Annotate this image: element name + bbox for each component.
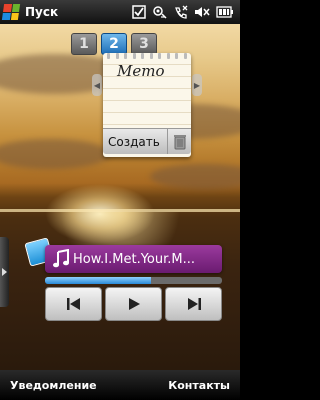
windows-logo-icon (1, 4, 21, 20)
status-icons[interactable] (132, 5, 240, 19)
battery-icon[interactable] (216, 6, 234, 18)
left-softkey[interactable]: Уведомление (10, 379, 97, 392)
next-icon (187, 298, 201, 310)
start-label: Пуск (25, 5, 59, 19)
previous-icon (66, 298, 80, 310)
side-panel-handle[interactable] (0, 237, 9, 307)
page-tab-3[interactable]: 3 (131, 33, 157, 55)
music-note-icon (49, 249, 73, 269)
volume-muted-icon[interactable] (194, 5, 210, 19)
start-button[interactable]: Пуск (0, 0, 58, 24)
trash-icon[interactable] (167, 129, 191, 154)
play-button[interactable] (105, 287, 162, 321)
music-title-bar[interactable]: How.I.Met.Your.M... (45, 245, 222, 273)
memo-prev-arrow[interactable]: ◀ (92, 74, 102, 96)
checklist-icon[interactable] (132, 5, 146, 19)
playback-controls (45, 287, 222, 321)
track-title: How.I.Met.Your.M... (73, 251, 196, 267)
create-memo-button[interactable]: Создать (103, 129, 167, 154)
track-progress-bar[interactable] (45, 277, 222, 284)
previous-button[interactable] (45, 287, 102, 321)
track-progress-fill (45, 277, 152, 284)
page-tab-1[interactable]: 1 (71, 33, 97, 55)
memo-next-arrow[interactable]: ▶ (192, 74, 202, 96)
phone-missed-icon[interactable] (174, 5, 188, 19)
home-pager: 1 2 3 (71, 33, 157, 55)
page-tab-2[interactable]: 2 (101, 33, 127, 55)
memo-toolbar: Создать (103, 128, 191, 154)
next-button[interactable] (165, 287, 222, 321)
right-softkey[interactable]: Контакты (168, 379, 230, 392)
memo-title: Memo (117, 62, 165, 80)
play-icon (128, 298, 140, 310)
softkey-bar: Уведомление Контакты (0, 370, 240, 400)
memo-binding (107, 53, 187, 59)
connectivity-icon[interactable] (152, 5, 168, 19)
status-bar: Пуск (0, 0, 240, 24)
